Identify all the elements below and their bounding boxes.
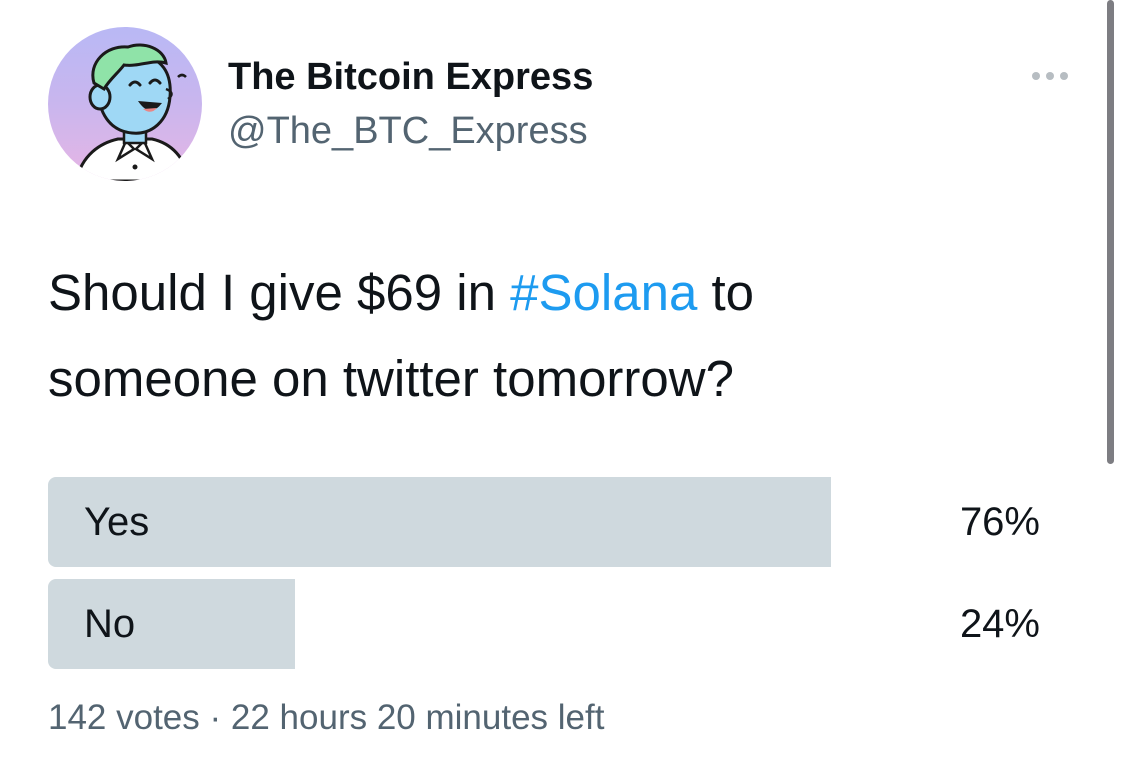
poll-option-no: No 24% [48, 579, 1048, 669]
tweet-text-segment: Should I give $69 in [48, 264, 511, 321]
avatar[interactable] [48, 27, 202, 181]
author-handle[interactable]: @The_BTC_Express [228, 108, 588, 154]
separator-dot: · [209, 698, 222, 737]
tweet-text-line-1: Should I give $69 in #Solana to [48, 250, 1068, 336]
poll-option-label: Yes [84, 500, 150, 544]
tweet-text: Should I give $69 in #Solana to someone … [48, 250, 1068, 422]
poll-option-percent: 76% [959, 500, 1040, 544]
ellipsis-icon [1032, 72, 1068, 80]
cartoon-character-icon [74, 43, 192, 181]
poll-option-yes: Yes 76% [48, 477, 1048, 567]
poll-vote-count: 142 votes [48, 698, 200, 737]
more-options-button[interactable] [1026, 64, 1074, 88]
tweet-text-segment: to [697, 264, 755, 321]
hashtag-link[interactable]: #Solana [510, 264, 697, 321]
poll-option-label: No [84, 602, 136, 646]
scrollbar[interactable] [1107, 0, 1114, 464]
poll-result-bar [48, 477, 831, 567]
author-display-name[interactable]: The Bitcoin Express [228, 54, 593, 100]
tweet-text-line-2: someone on twitter tomorrow? [48, 350, 734, 407]
poll-option-percent: 24% [959, 602, 1040, 646]
poll-time-left: 22 hours 20 minutes left [230, 698, 605, 737]
poll-footer: 142 votes · 22 hours 20 minutes left [48, 696, 604, 740]
